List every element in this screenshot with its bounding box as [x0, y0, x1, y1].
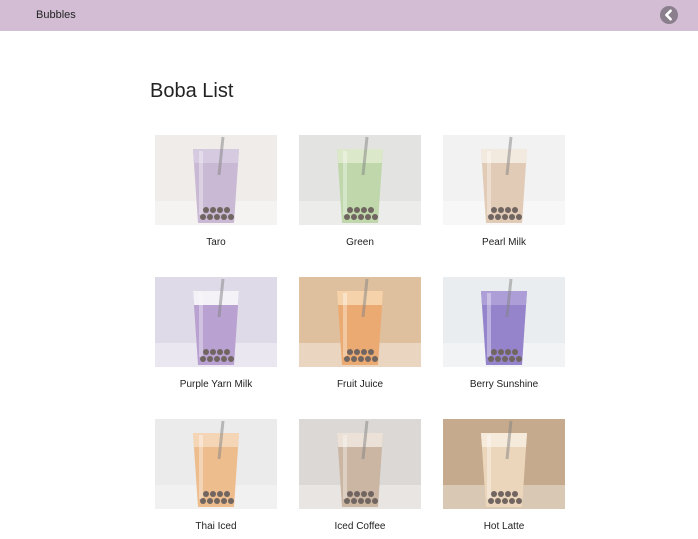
boba-image[interactable]: [299, 419, 421, 509]
app-title[interactable]: Bubbles: [36, 9, 76, 21]
chevron-left-icon: [665, 9, 672, 21]
boba-image[interactable]: [443, 419, 565, 509]
boba-card[interactable]: Taro: [155, 135, 277, 255]
boba-card[interactable]: Pearl Milk: [443, 135, 565, 255]
boba-label[interactable]: Purple Yarn Milk: [135, 379, 297, 390]
boba-cup-illustration: [155, 419, 277, 509]
boba-card[interactable]: Green: [299, 135, 421, 255]
boba-label[interactable]: Berry Sunshine: [423, 379, 585, 390]
back-button[interactable]: [660, 6, 678, 24]
boba-cup-illustration: [155, 277, 277, 367]
boba-image[interactable]: [155, 419, 277, 509]
boba-card[interactable]: Hot Latte: [443, 419, 565, 539]
top-nav-bar: Bubbles: [0, 0, 698, 31]
page-title: Boba List: [150, 80, 234, 102]
boba-label[interactable]: Hot Latte: [423, 521, 585, 532]
boba-image[interactable]: [443, 277, 565, 367]
boba-cup-illustration: [299, 135, 421, 225]
boba-card[interactable]: Iced Coffee: [299, 419, 421, 539]
boba-image[interactable]: [155, 135, 277, 225]
boba-label[interactable]: Pearl Milk: [423, 237, 585, 248]
boba-card[interactable]: Fruit Juice: [299, 277, 421, 397]
boba-image[interactable]: [299, 277, 421, 367]
boba-label[interactable]: Green: [279, 237, 441, 248]
boba-image[interactable]: [299, 135, 421, 225]
boba-cup-illustration: [299, 277, 421, 367]
boba-cup-illustration: [443, 277, 565, 367]
boba-card[interactable]: Purple Yarn Milk: [155, 277, 277, 397]
boba-cup-illustration: [299, 419, 421, 509]
boba-cup-illustration: [155, 135, 277, 225]
boba-cup-illustration: [443, 419, 565, 509]
boba-card[interactable]: Berry Sunshine: [443, 277, 565, 397]
boba-label[interactable]: Taro: [135, 237, 297, 248]
boba-card[interactable]: Thai Iced: [155, 419, 277, 539]
boba-image[interactable]: [443, 135, 565, 225]
boba-label[interactable]: Iced Coffee: [279, 521, 441, 532]
boba-image[interactable]: [155, 277, 277, 367]
boba-grid: Taro Green Pearl Milk Purple Yarn Milk F…: [155, 135, 565, 539]
boba-cup-illustration: [443, 135, 565, 225]
boba-label[interactable]: Fruit Juice: [279, 379, 441, 390]
boba-label[interactable]: Thai Iced: [135, 521, 297, 532]
